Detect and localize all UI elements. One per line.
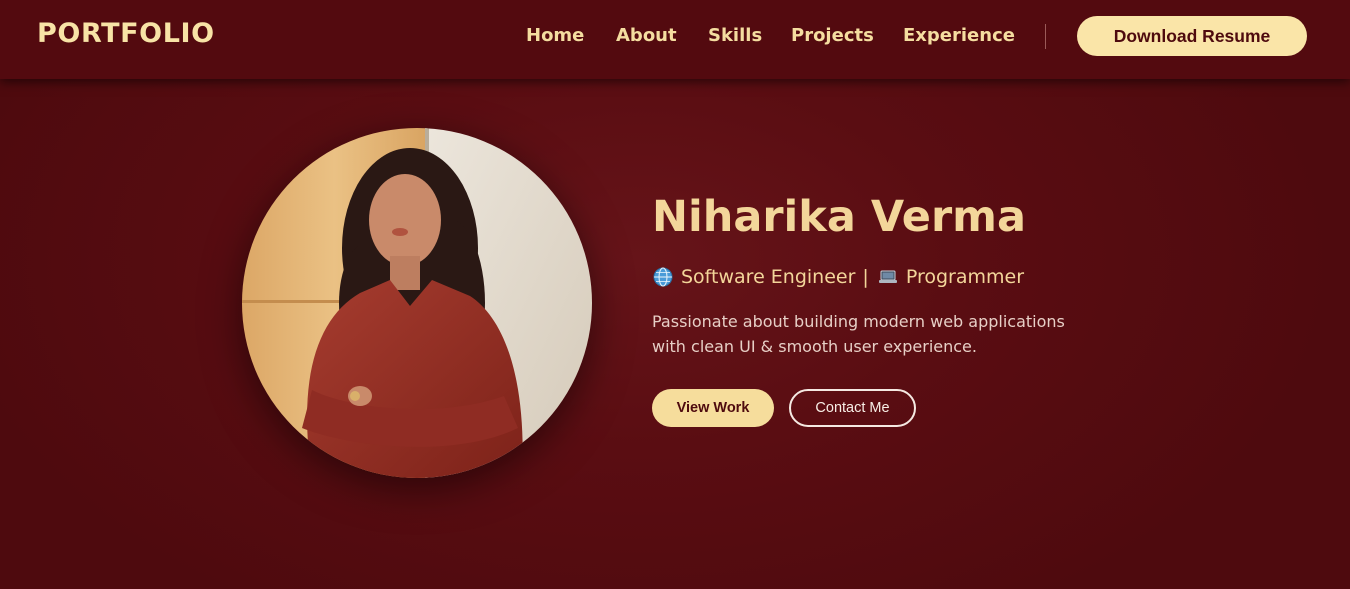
nav-link-about[interactable]: About <box>616 25 677 46</box>
nav-link-experience[interactable]: Experience <box>903 25 1015 46</box>
globe-icon <box>652 266 674 288</box>
brand-logo[interactable]: PORTFOLIO <box>37 18 215 49</box>
nav-link-skills[interactable]: Skills <box>708 25 762 46</box>
hero-tagline: Passionate about building modern web app… <box>652 309 1092 359</box>
tagline-line-2: with clean UI & smooth user experience. <box>652 337 977 356</box>
tagline-line-1: Passionate about building modern web app… <box>652 312 1065 331</box>
role-separator: | <box>862 266 869 288</box>
nav-divider <box>1045 24 1046 49</box>
laptop-icon <box>877 266 899 288</box>
role-programmer: Programmer <box>905 266 1025 288</box>
download-resume-button[interactable]: Download Resume <box>1077 16 1307 56</box>
hero-name: Niharika Verma <box>652 192 1027 242</box>
portfolio-page: PORTFOLIO Home About Skills Projects Exp… <box>0 0 1350 589</box>
navbar: PORTFOLIO Home About Skills Projects Exp… <box>0 0 1350 79</box>
hero-roles: Software Engineer | Programmer <box>652 264 1024 290</box>
role-software-engineer: Software Engineer <box>681 266 856 288</box>
contact-me-button[interactable]: Contact Me <box>789 389 916 427</box>
nav-link-home[interactable]: Home <box>526 25 584 46</box>
profile-photo <box>242 128 592 478</box>
nav-link-projects[interactable]: Projects <box>791 25 874 46</box>
view-work-button[interactable]: View Work <box>652 389 774 427</box>
